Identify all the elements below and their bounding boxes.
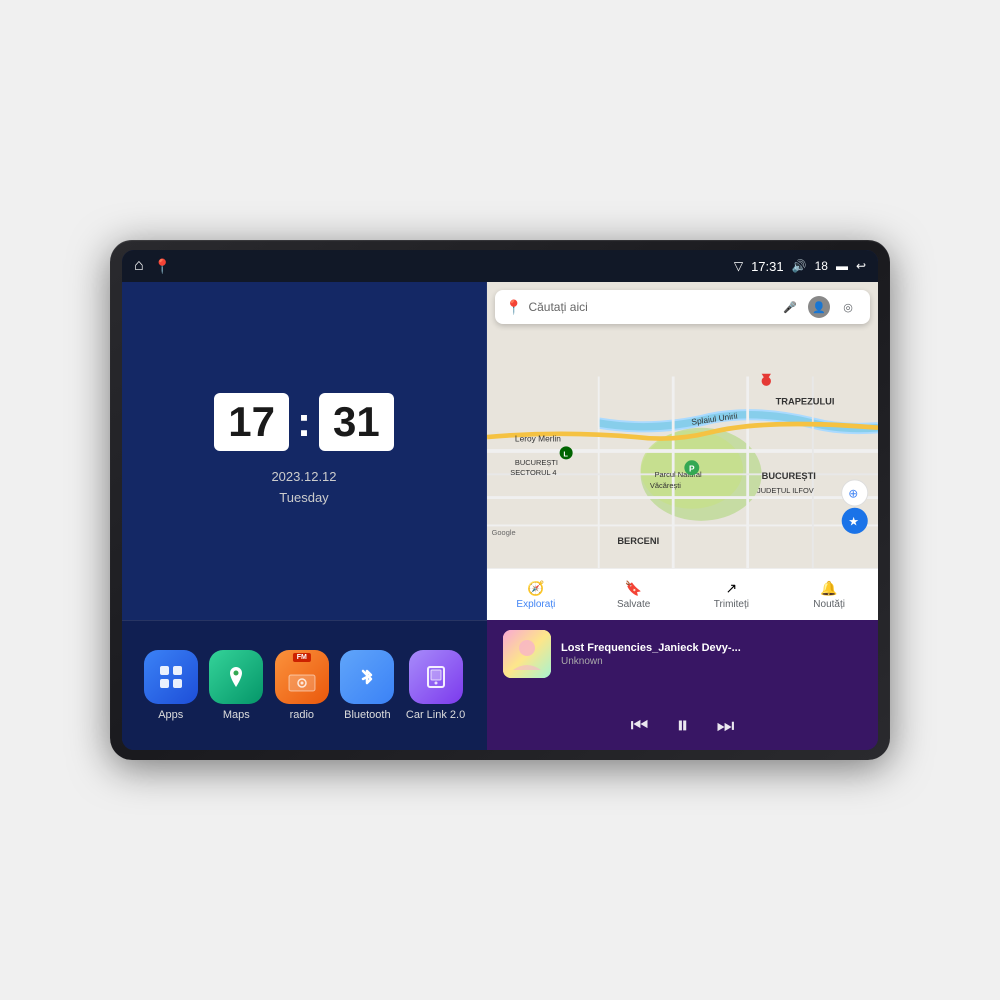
svg-text:Văcărești: Văcărești: [650, 481, 681, 490]
clock-hour: 17: [214, 393, 289, 451]
music-text: Lost Frequencies_Janieck Devy-... Unknow…: [561, 642, 862, 667]
navigation-icon[interactable]: 📍: [154, 258, 171, 275]
app-item-apps[interactable]: Apps: [144, 650, 198, 721]
music-title: Lost Frequencies_Janieck Devy-...: [561, 642, 862, 654]
svg-text:BUCUREȘTI: BUCUREȘTI: [515, 458, 558, 467]
svg-text:Leroy Merlin: Leroy Merlin: [515, 434, 561, 444]
prev-button[interactable]: ⏮: [631, 715, 649, 738]
saved-label: Salvate: [617, 599, 650, 610]
battery-icon: ▬: [836, 259, 848, 273]
voice-search-icon[interactable]: 🎤: [778, 295, 802, 319]
album-art-svg: [503, 630, 551, 678]
clock-minute: 31: [319, 393, 394, 451]
apps-label: Apps: [158, 709, 183, 721]
date-display: 2023.12.12 Tuesday: [271, 467, 336, 509]
apps-icon-wrapper: [144, 650, 198, 704]
maps-pin-icon: [222, 663, 250, 691]
map-search-bar[interactable]: 📍 Căutați aici 🎤 👤 ◎: [495, 290, 870, 324]
news-label: Noutăți: [813, 599, 845, 610]
play-pause-button[interactable]: ⏸: [677, 712, 689, 740]
map-nav-news[interactable]: 🔔 Noutăți: [780, 576, 878, 614]
clock-display: 17 : 31: [214, 393, 393, 451]
date-text: 2023.12.12: [271, 467, 336, 488]
music-artist: Unknown: [561, 656, 862, 667]
back-icon[interactable]: ↩: [856, 259, 866, 273]
app-dock: Apps Maps FM: [122, 620, 487, 750]
signal-icon: ▽: [734, 259, 743, 273]
carlink-label: Car Link 2.0: [406, 709, 465, 721]
share-icon: ↗: [726, 580, 738, 597]
album-art: [503, 630, 551, 678]
bluetooth-symbol-icon: [353, 663, 381, 691]
clock-colon: :: [297, 398, 311, 446]
explore-label: Explorați: [516, 599, 555, 610]
radio-label: radio: [290, 709, 314, 721]
music-info-row: Lost Frequencies_Janieck Devy-... Unknow…: [503, 630, 862, 678]
day-text: Tuesday: [271, 488, 336, 509]
apps-grid-icon: [157, 663, 185, 691]
car-head-unit: ⌂ 📍 ▽ 17:31 🔊 18 ▬ ↩ 17 : 31: [110, 240, 890, 760]
svg-text:BUCUREȘTI: BUCUREȘTI: [762, 471, 816, 481]
news-icon: 🔔: [820, 580, 837, 597]
main-content: 17 : 31 2023.12.12 Tuesday: [122, 282, 878, 750]
search-placeholder: Căutați aici: [528, 300, 772, 314]
svg-text:SECTORUL 4: SECTORUL 4: [510, 468, 556, 477]
svg-text:BERCENI: BERCENI: [617, 536, 659, 546]
carlink-icon: [422, 663, 450, 691]
status-time: 17:31: [751, 259, 784, 274]
map-bottom-nav: 🧭 Explorați 🔖 Salvate ↗ Trimiteți 🔔: [487, 568, 878, 620]
app-item-maps[interactable]: Maps: [209, 650, 263, 721]
app-item-bluetooth[interactable]: Bluetooth: [340, 650, 394, 721]
volume-level: 18: [815, 259, 828, 273]
radio-icon-wrapper: FM: [275, 650, 329, 704]
layers-icon[interactable]: ◎: [836, 295, 860, 319]
svg-text:TRAPEZULUI: TRAPEZULUI: [776, 396, 835, 406]
share-label: Trimiteți: [714, 599, 749, 610]
svg-text:★: ★: [848, 514, 859, 528]
screen: ⌂ 📍 ▽ 17:31 🔊 18 ▬ ↩ 17 : 31: [122, 250, 878, 750]
status-bar-left: ⌂ 📍: [134, 257, 171, 275]
maps-logo: 📍: [505, 299, 522, 316]
clock-widget: 17 : 31 2023.12.12 Tuesday: [122, 282, 487, 620]
bluetooth-label: Bluetooth: [344, 709, 390, 721]
app-item-radio[interactable]: FM radio: [275, 650, 329, 721]
svg-text:⊕: ⊕: [848, 487, 858, 501]
map-inner: BERCENI TRAPEZULUI BUCUREȘTI JUDEȚUL ILF…: [487, 282, 878, 620]
app-item-carlink[interactable]: Car Link 2.0: [406, 650, 465, 721]
maps-icon-wrapper: [209, 650, 263, 704]
svg-text:Google: Google: [492, 528, 516, 537]
bluetooth-icon-wrapper: [340, 650, 394, 704]
status-bar: ⌂ 📍 ▽ 17:31 🔊 18 ▬ ↩: [122, 250, 878, 282]
home-icon[interactable]: ⌂: [134, 257, 144, 275]
next-button[interactable]: ⏭: [717, 715, 735, 738]
map-nav-explore[interactable]: 🧭 Explorați: [487, 576, 585, 614]
status-bar-right: ▽ 17:31 🔊 18 ▬ ↩: [734, 259, 866, 274]
album-art-image: [503, 630, 551, 678]
account-icon[interactable]: 👤: [808, 296, 830, 318]
music-player: Lost Frequencies_Janieck Devy-... Unknow…: [487, 620, 878, 750]
maps-label: Maps: [223, 709, 250, 721]
fm-badge: FM: [293, 653, 311, 662]
map-search-icons: 🎤 👤 ◎: [778, 295, 860, 319]
radio-speaker-icon: [287, 671, 317, 693]
music-controls: ⏮ ⏸ ⏭: [503, 712, 862, 740]
map-nav-share[interactable]: ↗ Trimiteți: [683, 576, 781, 614]
svg-text:P: P: [689, 463, 695, 473]
map-nav-saved[interactable]: 🔖 Salvate: [585, 576, 683, 614]
svg-text:JUDEȚUL ILFOV: JUDEȚUL ILFOV: [757, 486, 814, 495]
explore-icon: 🧭: [527, 580, 544, 597]
map-widget[interactable]: BERCENI TRAPEZULUI BUCUREȘTI JUDEȚUL ILF…: [487, 282, 878, 620]
svg-text:L: L: [563, 450, 568, 459]
carlink-icon-wrapper: [409, 650, 463, 704]
saved-icon: 🔖: [625, 580, 642, 597]
volume-icon: 🔊: [792, 259, 807, 273]
